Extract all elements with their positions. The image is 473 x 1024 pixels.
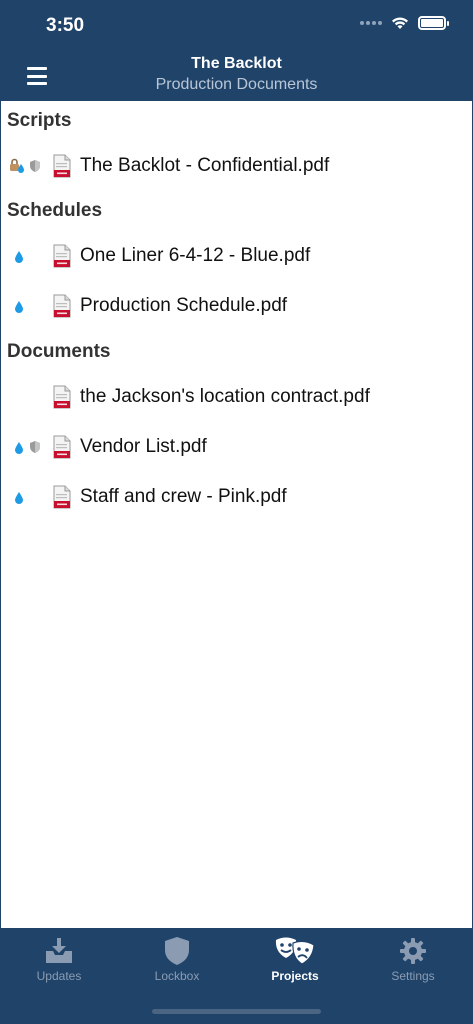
document-list: Scripts The Backlot - Confidential.pdf S…: [1, 101, 472, 928]
drop-icon: [15, 251, 23, 263]
inbox-download-icon: [46, 938, 72, 963]
list-item[interactable]: Production Schedule.pdf: [1, 286, 472, 326]
wifi-icon: [392, 17, 408, 29]
document-name: Staff and crew - Pink.pdf: [80, 486, 287, 507]
status-badges: [9, 427, 49, 467]
pdf-file-icon: [53, 485, 71, 509]
tab-label: Updates: [36, 969, 82, 983]
drop-icon: [15, 492, 23, 504]
section-title-schedules: Schedules: [7, 200, 103, 221]
document-name: The Backlot - Confidential.pdf: [80, 155, 330, 176]
tab-label: Settings: [391, 969, 435, 983]
tab-lockbox[interactable]: Lockbox: [118, 928, 236, 994]
status-time: 3:50: [46, 15, 85, 36]
status-badges: [9, 236, 49, 276]
pdf-file-icon: [53, 294, 71, 318]
pdf-file-icon: [53, 244, 71, 268]
pdf-file-icon: [53, 154, 71, 178]
lock-drop-icon: [10, 158, 24, 173]
pdf-file-icon: [53, 435, 71, 459]
shield-icon: [30, 160, 40, 172]
drop-icon: [15, 301, 23, 313]
shield-icon: [165, 937, 189, 965]
status-badges: [9, 377, 49, 417]
status-badges: [9, 286, 49, 326]
pdf-file-icon: [53, 385, 71, 409]
home-indicator: [152, 1009, 321, 1014]
status-indicators: [360, 16, 449, 30]
status-badges: [9, 146, 49, 186]
tab-updates[interactable]: Updates: [0, 928, 118, 994]
list-item[interactable]: Vendor List.pdf: [1, 427, 472, 467]
navigation-header: 3:50 The Backlot Production Documents: [0, 0, 473, 101]
document-name: the Jackson's location contract.pdf: [80, 386, 370, 407]
status-badges: [9, 477, 49, 517]
shield-icon: [30, 441, 40, 453]
drop-icon: [15, 442, 23, 454]
section-title-scripts: Scripts: [7, 110, 72, 131]
list-item[interactable]: The Backlot - Confidential.pdf: [1, 146, 472, 186]
document-name: Production Schedule.pdf: [80, 295, 288, 316]
tab-label: Lockbox: [154, 969, 200, 983]
list-item[interactable]: Staff and crew - Pink.pdf: [1, 477, 472, 517]
section-title-documents: Documents: [7, 341, 111, 362]
tab-settings[interactable]: Settings: [354, 928, 472, 994]
gear-icon: [400, 938, 426, 964]
cellular-signal-icon: [360, 21, 382, 25]
page-subtitle: Production Documents: [155, 76, 318, 93]
list-item[interactable]: One Liner 6-4-12 - Blue.pdf: [1, 236, 472, 276]
tab-label: Projects: [271, 969, 319, 983]
document-name: Vendor List.pdf: [80, 436, 207, 457]
page-title: The Backlot: [191, 55, 282, 72]
theater-masks-icon: [275, 937, 315, 965]
tab-projects[interactable]: Projects: [236, 928, 354, 994]
list-item[interactable]: the Jackson's location contract.pdf: [1, 377, 472, 417]
battery-icon: [418, 16, 446, 30]
document-name: One Liner 6-4-12 - Blue.pdf: [80, 245, 311, 266]
